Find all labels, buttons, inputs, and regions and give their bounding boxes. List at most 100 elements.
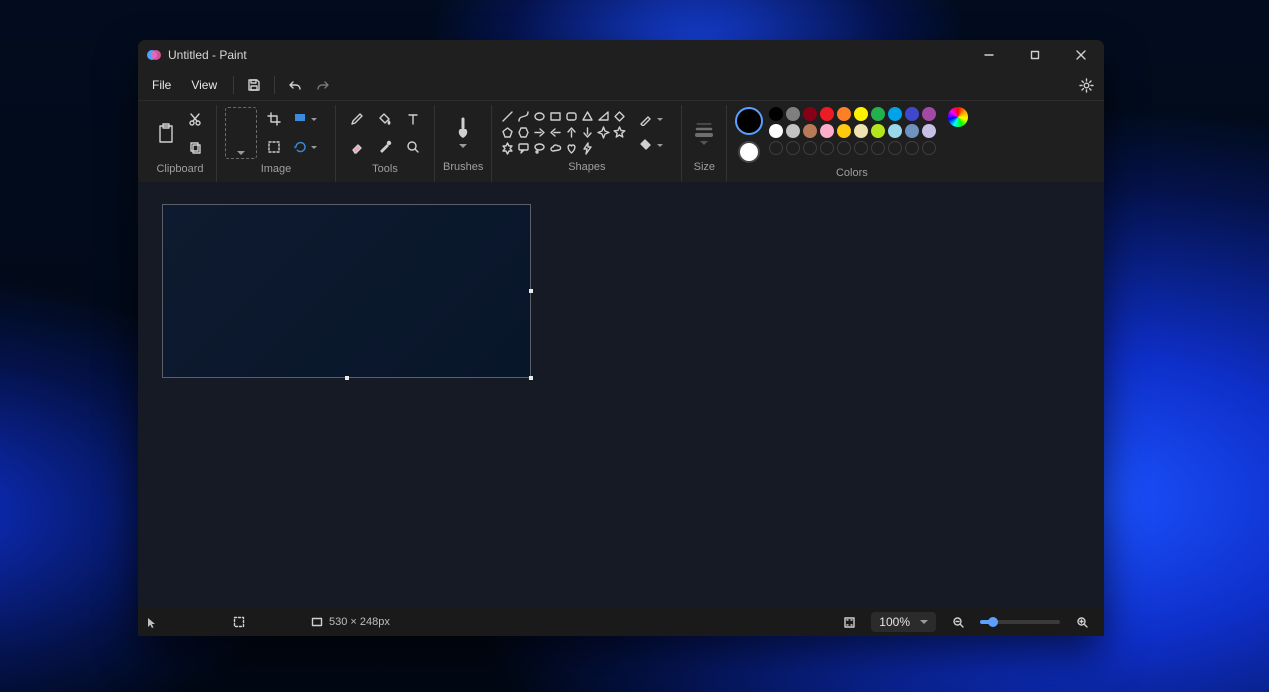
shape-6star-icon[interactable]	[500, 141, 515, 156]
zoom-in-button[interactable]	[1068, 609, 1096, 635]
save-button[interactable]	[240, 72, 268, 98]
zoom-slider-thumb[interactable]	[988, 617, 998, 627]
palette-swatch[interactable]	[803, 124, 817, 138]
resize-handle-right[interactable]	[529, 289, 533, 293]
palette-swatch-empty[interactable]	[803, 141, 817, 155]
shape-curve-icon[interactable]	[516, 109, 531, 124]
crop-button[interactable]	[261, 107, 287, 131]
menu-file[interactable]: File	[142, 73, 181, 97]
shape-pentagon-icon[interactable]	[500, 125, 515, 140]
shape-oval-callout-icon[interactable]	[532, 141, 547, 156]
shape-hexagon-icon[interactable]	[516, 125, 531, 140]
shape-arrow-up-icon[interactable]	[564, 125, 579, 140]
zoom-slider[interactable]	[980, 620, 1060, 624]
resize-button[interactable]	[289, 107, 327, 131]
palette-swatch-empty[interactable]	[922, 141, 936, 155]
color-1-swatch[interactable]	[735, 107, 763, 135]
brushes-label: Brushes	[443, 161, 483, 173]
paste-button[interactable]	[152, 108, 180, 158]
shape-cloud-icon[interactable]	[548, 141, 563, 156]
shape-triangle-icon[interactable]	[596, 109, 611, 124]
shape-fill-button[interactable]	[635, 133, 673, 157]
shape-lightning-icon[interactable]	[580, 141, 595, 156]
palette-swatch[interactable]	[888, 124, 902, 138]
pencil-tool[interactable]	[344, 107, 370, 131]
resize-handle-bottom[interactable]	[345, 376, 349, 380]
palette-swatch[interactable]	[786, 124, 800, 138]
palette-swatch-empty[interactable]	[769, 141, 783, 155]
palette-swatch[interactable]	[837, 124, 851, 138]
color-palette	[769, 107, 936, 155]
shape-callout-icon[interactable]	[516, 141, 531, 156]
rotate-button[interactable]	[289, 135, 327, 159]
palette-swatch-empty[interactable]	[786, 141, 800, 155]
maximize-button[interactable]	[1012, 40, 1058, 70]
status-bar: 530 × 248px 100%	[138, 608, 1104, 636]
select-button[interactable]	[225, 107, 257, 159]
zoom-value-box[interactable]: 100%	[871, 612, 936, 632]
size-button[interactable]	[690, 107, 718, 157]
shape-arrow-left-icon[interactable]	[548, 125, 563, 140]
palette-swatch[interactable]	[905, 124, 919, 138]
palette-swatch[interactable]	[922, 124, 936, 138]
palette-swatch-empty[interactable]	[888, 141, 902, 155]
shape-arrow-down-icon[interactable]	[580, 125, 595, 140]
eraser-tool[interactable]	[344, 135, 370, 159]
minimize-button[interactable]	[966, 40, 1012, 70]
text-tool[interactable]	[400, 107, 426, 131]
shape-oval-icon[interactable]	[532, 109, 547, 124]
palette-swatch[interactable]	[786, 107, 800, 121]
shape-polygon-icon[interactable]	[580, 109, 595, 124]
magnifier-tool[interactable]	[400, 135, 426, 159]
palette-swatch[interactable]	[922, 107, 936, 121]
fit-to-window-button[interactable]	[835, 609, 863, 635]
palette-swatch-empty[interactable]	[820, 141, 834, 155]
settings-button[interactable]	[1072, 72, 1100, 98]
palette-swatch[interactable]	[769, 107, 783, 121]
palette-swatch[interactable]	[854, 107, 868, 121]
shapes-gallery[interactable]	[500, 109, 627, 156]
close-button[interactable]	[1058, 40, 1104, 70]
shape-star-icon[interactable]	[612, 125, 627, 140]
shape-arrow-right-icon[interactable]	[532, 125, 547, 140]
fill-tool[interactable]	[372, 107, 398, 131]
selection-shape-button[interactable]	[261, 135, 287, 159]
shape-diamond-icon[interactable]	[612, 109, 627, 124]
canvas[interactable]	[162, 204, 531, 378]
zoom-out-button[interactable]	[944, 609, 972, 635]
color-2-swatch[interactable]	[738, 141, 760, 163]
palette-swatch[interactable]	[803, 107, 817, 121]
palette-swatch[interactable]	[871, 124, 885, 138]
shape-4star-icon[interactable]	[596, 125, 611, 140]
palette-swatch[interactable]	[888, 107, 902, 121]
canvas-area[interactable]	[138, 182, 1104, 608]
separator	[233, 76, 234, 94]
palette-swatch-empty[interactable]	[837, 141, 851, 155]
size-label: Size	[694, 161, 715, 173]
shape-roundrect-icon[interactable]	[564, 109, 579, 124]
undo-button[interactable]	[281, 72, 309, 98]
resize-handle-corner[interactable]	[529, 376, 533, 380]
menu-view[interactable]: View	[181, 73, 227, 97]
palette-swatch[interactable]	[854, 124, 868, 138]
group-image: Image	[217, 105, 336, 183]
palette-swatch-empty[interactable]	[871, 141, 885, 155]
copy-button[interactable]	[182, 135, 208, 159]
palette-swatch-empty[interactable]	[854, 141, 868, 155]
brushes-button[interactable]	[449, 107, 477, 157]
palette-swatch[interactable]	[837, 107, 851, 121]
shape-heart-icon[interactable]	[564, 141, 579, 156]
palette-swatch[interactable]	[820, 124, 834, 138]
palette-swatch[interactable]	[820, 107, 834, 121]
shape-rect-icon[interactable]	[548, 109, 563, 124]
edit-colors-button[interactable]	[948, 107, 968, 127]
palette-swatch[interactable]	[769, 124, 783, 138]
palette-swatch-empty[interactable]	[905, 141, 919, 155]
shape-outline-button[interactable]	[635, 107, 673, 131]
shape-line-icon[interactable]	[500, 109, 515, 124]
color-picker-tool[interactable]	[372, 135, 398, 159]
cut-button[interactable]	[182, 107, 208, 131]
redo-button[interactable]	[309, 72, 337, 98]
palette-swatch[interactable]	[905, 107, 919, 121]
palette-swatch[interactable]	[871, 107, 885, 121]
